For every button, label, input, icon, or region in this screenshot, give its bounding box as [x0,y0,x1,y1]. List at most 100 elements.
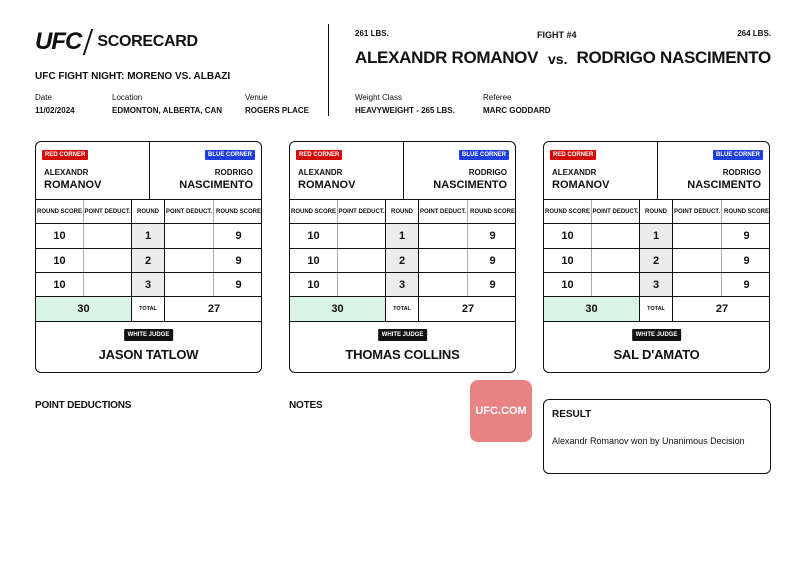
logo-divider [83,29,94,55]
round-row: 10 1 9 [36,224,261,249]
date-block: Date 11/02/2024 [35,93,75,115]
red-point-deduction [83,273,131,296]
venue-block: Venue ROGERS PLACE [245,93,309,115]
blue-total: 27 [715,303,729,315]
red-first-name: ALEXANDR [552,168,597,177]
date-label: Date [35,93,52,102]
round-number: 1 [639,224,673,248]
location-label: Location [112,93,143,102]
blue-total: 27 [207,303,221,315]
point-deduct-header: POINT DEDUCT. [337,200,385,223]
round-row: 10 2 9 [544,249,769,273]
blue-round-score: 9 [721,224,769,248]
total-label: TOTAL [131,297,165,321]
blue-round-score: 9 [467,273,515,296]
point-deduct-header: POINT DEDUCT. [591,200,639,223]
blue-round-score: 9 [213,224,261,248]
blue-round-score: 9 [721,273,769,296]
blue-last-name: NASCIMENTO [433,179,507,191]
red-last-name: ROMANOV [44,179,102,191]
weight-class-label: Weight Class [355,93,402,102]
result-box: RESULT Alexandr Romanov won by Unanimous… [543,399,771,474]
round-score-header: ROUND SCORE [290,208,336,215]
corners-header: RED CORNER BLUE CORNER ALEXANDR ROMANOV … [36,142,261,200]
blue-corner-fighter: RODRIGO NASCIMENTO [687,166,761,192]
round-number: 2 [639,249,673,272]
scorecard: RED CORNER BLUE CORNER ALEXANDR ROMANOV … [35,141,262,373]
blue-last-name: NASCIMENTO [179,179,253,191]
blue-fighter-name: RODRIGO NASCIMENTO [576,48,771,67]
round-number: 1 [131,224,165,248]
blue-total: 27 [461,303,475,315]
vs-label: vs. [548,51,568,67]
total-row: 30 TOTAL 27 [544,297,769,322]
round-number: 3 [385,273,419,296]
corner-divider [403,142,404,200]
total-label: TOTAL [385,297,419,321]
round-header: ROUND [131,200,165,223]
red-total: 30 [544,297,639,321]
judge-name: SAL D'AMATO [613,347,700,362]
corner-divider [149,142,150,200]
round-score-header: ROUND SCORE [721,200,769,223]
round-header: ROUND [639,200,673,223]
round-number: 1 [385,224,419,248]
corners-header: RED CORNER BLUE CORNER ALEXANDR ROMANOV … [544,142,769,200]
red-corner-fighter: ALEXANDR ROMANOV [44,166,101,192]
total-label: TOTAL [639,297,673,321]
red-round-score: 10 [53,254,66,267]
blue-round-score: 9 [213,273,261,296]
event-name: UFC FIGHT NIGHT: MORENO VS. ALBAZI [35,71,231,82]
location-block: Location EDMONTON, ALBERTA, CAN [112,93,222,115]
blue-corner-badge: BLUE CORNER [712,150,763,160]
red-weight: 261 LBS. [355,29,389,38]
round-header: ROUND [385,200,419,223]
round-row: 10 3 9 [36,273,261,297]
weight-class-block: Weight Class HEAVYWEIGHT - 265 LBS. [355,93,455,115]
red-point-deduction [83,224,131,248]
point-deductions-title: POINT DEDUCTIONS [35,400,132,411]
red-round-score: 10 [307,278,320,291]
blue-corner-fighter: RODRIGO NASCIMENTO [433,166,507,192]
blue-point-deduction [165,273,213,296]
blue-point-deduction [419,273,467,296]
blue-point-deduction [673,249,721,272]
round-number: 2 [385,249,419,272]
date-value: 11/02/2024 [35,106,75,115]
round-number: 3 [639,273,673,296]
red-first-name: ALEXANDR [44,168,89,177]
round-number: 2 [131,249,165,272]
weight-class-value: HEAVYWEIGHT - 265 LBS. [355,106,455,115]
venue-label: Venue [245,93,268,102]
red-round-score: 10 [561,254,574,267]
judge-name: THOMAS COLLINS [345,347,460,362]
referee-block: Referee MARC GODDARD [483,93,551,115]
judge-badge: WHITE JUDGE [377,329,428,341]
red-corner-badge: RED CORNER [296,150,343,160]
judge-badge: WHITE JUDGE [631,329,682,341]
round-row: 10 2 9 [36,249,261,273]
red-corner-fighter: ALEXANDR ROMANOV [552,166,609,192]
red-point-deduction [591,273,639,296]
ufc-logo-text: UFC [35,28,82,55]
blue-point-deduction [419,249,467,272]
red-corner-fighter: ALEXANDR ROMANOV [298,166,355,192]
point-deduct-header: POINT DEDUCT. [673,208,720,215]
ufc-com-stamp: UFC.COM [470,380,532,442]
round-score-header: ROUND SCORE [36,208,82,215]
score-header-row: ROUND SCORE POINT DEDUCT. ROUND POINT DE… [544,200,769,224]
blue-point-deduction [673,273,721,296]
total-row: 30 TOTAL 27 [36,297,261,322]
score-header-row: ROUND SCORE POINT DEDUCT. ROUND POINT DE… [36,200,261,224]
location-value: EDMONTON, ALBERTA, CAN [112,106,223,115]
red-fighter-name: ALEXANDR ROMANOV [355,48,539,67]
round-score-header: ROUND SCORE [544,208,590,215]
red-point-deduction [83,249,131,272]
round-number: 3 [131,273,165,296]
scorecard: RED CORNER BLUE CORNER ALEXANDR ROMANOV … [543,141,770,373]
red-total: 30 [290,297,385,321]
blue-first-name: RODRIGO [722,168,761,177]
doc-title: SCORECARD [97,33,198,50]
red-point-deduction [337,249,385,272]
venue-value: ROGERS PLACE [245,106,310,115]
